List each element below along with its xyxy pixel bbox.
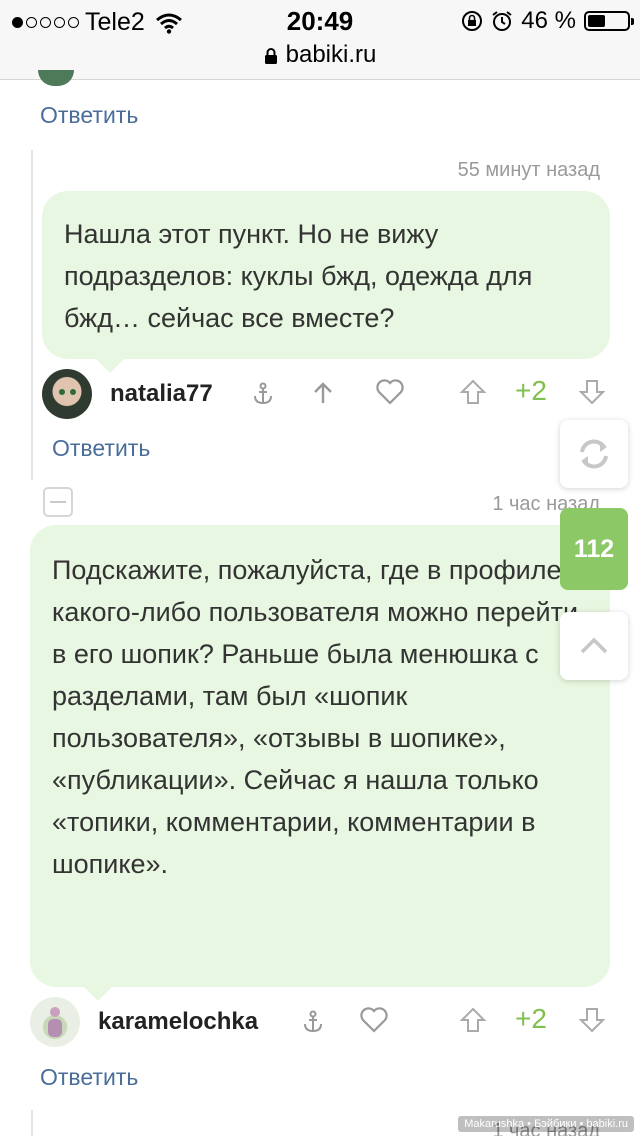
vote-up-icon[interactable] [458,1005,488,1035]
reply-link[interactable]: Ответить [40,1064,138,1091]
thread-line [31,150,33,480]
reply-link[interactable]: Ответить [52,435,150,462]
username[interactable]: karamelochka [98,1008,258,1036]
avatar[interactable] [42,369,92,419]
vote-up-icon[interactable] [458,377,488,407]
vote-score: +2 [515,1003,547,1034]
comment-text: Нашла этот пункт. Но не вижу подразделов… [64,219,533,333]
battery-icon [584,11,634,31]
comment-author[interactable]: karamelochka [30,997,258,1047]
rotation-lock-icon [462,11,483,31]
comment-counter-badge[interactable]: 112 [560,508,628,590]
comment-author[interactable]: natalia77 [42,369,213,419]
address-bar[interactable]: babiki.ru [0,40,640,80]
comment-time: 55 минут назад [457,159,600,181]
comment-text: Подскажите, пожалуйста, где в профиле ка… [52,555,579,879]
arrow-up-icon[interactable] [309,379,337,407]
refresh-icon [580,439,608,469]
collapse-thread-button[interactable] [43,487,73,517]
username[interactable]: natalia77 [110,380,213,408]
refresh-button[interactable] [560,420,628,488]
status-bar: Tele2 20:49 46 % [0,0,640,40]
lock-icon [264,47,277,64]
vote-down-icon[interactable] [577,1005,607,1035]
watermark: Makarushka • Бэйбики • babiki.ru [458,1116,634,1132]
comment-bubble: Подскажите, пожалуйста, где в профиле ка… [30,525,610,987]
battery-percent: 46 % [521,7,576,34]
avatar [38,70,74,86]
comment-bubble: Нашла этот пункт. Но не вижу подразделов… [42,191,610,359]
anchor-link-icon[interactable] [250,381,276,407]
like-heart-icon[interactable] [374,377,406,407]
scroll-up-button[interactable] [560,612,628,680]
url-text: babiki.ru [285,41,377,68]
vote-score: +2 [515,375,547,406]
alarm-icon [492,11,512,31]
thread-line [31,1110,33,1136]
vote-down-icon[interactable] [577,377,607,407]
anchor-link-icon[interactable] [300,1009,326,1035]
chevron-up-icon [580,637,608,654]
like-heart-icon[interactable] [358,1005,390,1035]
avatar[interactable] [30,997,80,1047]
reply-link[interactable]: Ответить [40,102,138,129]
